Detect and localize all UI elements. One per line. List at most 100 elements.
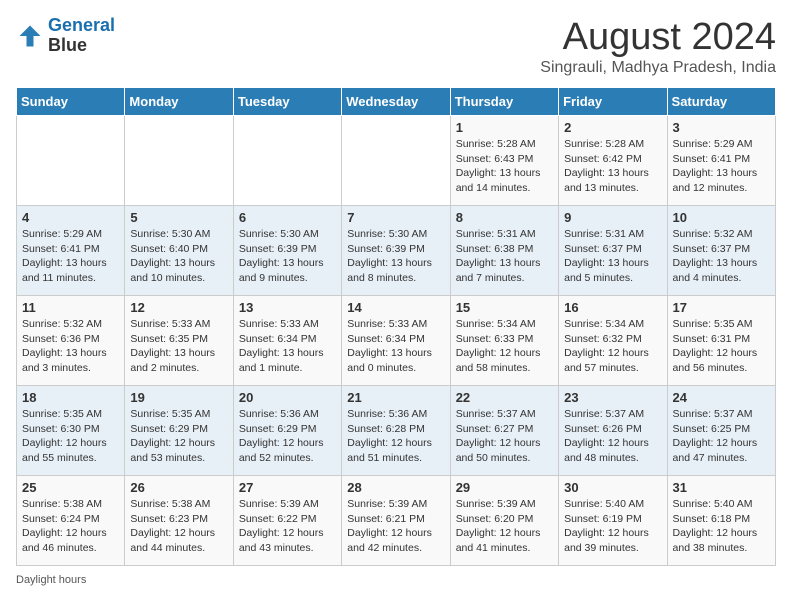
day-info: Sunrise: 5:34 AMSunset: 6:32 PMDaylight:… xyxy=(564,317,661,376)
day-number: 31 xyxy=(673,480,770,495)
calendar-cell: 30 Sunrise: 5:40 AMSunset: 6:19 PMDayligh… xyxy=(559,476,667,566)
calendar-cell: 19 Sunrise: 5:35 AMSunset: 6:29 PMDayligh… xyxy=(125,386,233,476)
calendar-cell: 24 Sunrise: 5:37 AMSunset: 6:25 PMDayligh… xyxy=(667,386,775,476)
calendar-cell: 2Sunrise: 5:28 AMSunset: 6:42 PMDaylight… xyxy=(559,116,667,206)
day-info: Sunrise: 5:40 AMSunset: 6:19 PMDaylight:… xyxy=(564,497,661,556)
calendar-cell: 17 Sunrise: 5:35 AMSunset: 6:31 PMDayligh… xyxy=(667,296,775,386)
day-info: Sunrise: 5:31 AMSunset: 6:38 PMDaylight:… xyxy=(456,227,553,286)
day-info: Sunrise: 5:39 AMSunset: 6:20 PMDaylight:… xyxy=(456,497,553,556)
subtitle: Singrauli, Madhya Pradesh, India xyxy=(540,59,776,77)
day-number: 19 xyxy=(130,390,227,405)
calendar-cell: 25 Sunrise: 5:38 AMSunset: 6:24 PMDayligh… xyxy=(17,476,125,566)
calendar-week-1: 1 Sunrise: 5:28 AMSunset: 6:43 PMDaylight… xyxy=(17,116,776,206)
day-number: 28 xyxy=(347,480,444,495)
logo-line2: Blue xyxy=(48,35,87,55)
day-info: Sunrise: 5:39 AMSunset: 6:22 PMDaylight:… xyxy=(239,497,336,556)
calendar-cell: 7 Sunrise: 5:30 AMSunset: 6:39 PMDaylight… xyxy=(342,206,450,296)
day-info: Sunrise: 5:40 AMSunset: 6:18 PMDaylight:… xyxy=(673,497,770,556)
calendar-cell: 6 Sunrise: 5:30 AMSunset: 6:39 PMDaylight… xyxy=(233,206,341,296)
day-number: 21 xyxy=(347,390,444,405)
logo: General Blue xyxy=(16,16,115,56)
calendar-week-2: 4 Sunrise: 5:29 AMSunset: 6:41 PMDaylight… xyxy=(17,206,776,296)
calendar-cell: 3Sunrise: 5:29 AMSunset: 6:41 PMDaylight… xyxy=(667,116,775,206)
day-info: Sunrise: 5:35 AMSunset: 6:29 PMDaylight:… xyxy=(130,407,227,466)
calendar-cell: 4 Sunrise: 5:29 AMSunset: 6:41 PMDaylight… xyxy=(17,206,125,296)
calendar-cell: 23Sunrise: 5:37 AMSunset: 6:26 PMDayligh… xyxy=(559,386,667,476)
calendar-header-sunday: Sunday xyxy=(17,88,125,116)
calendar-cell xyxy=(17,116,125,206)
calendar-header-saturday: Saturday xyxy=(667,88,775,116)
calendar-body: 1 Sunrise: 5:28 AMSunset: 6:43 PMDaylight… xyxy=(17,116,776,566)
day-info: Sunrise: 5:36 AMSunset: 6:29 PMDaylight:… xyxy=(239,407,336,466)
day-number: 23 xyxy=(564,390,661,405)
day-number: 12 xyxy=(130,300,227,315)
calendar-cell: 12Sunrise: 5:33 AMSunset: 6:35 PMDayligh… xyxy=(125,296,233,386)
calendar-cell: 26Sunrise: 5:38 AMSunset: 6:23 PMDayligh… xyxy=(125,476,233,566)
title-area: August 2024 Singrauli, Madhya Pradesh, I… xyxy=(540,16,776,77)
day-info: Sunrise: 5:37 AMSunset: 6:27 PMDaylight:… xyxy=(456,407,553,466)
day-number: 24 xyxy=(673,390,770,405)
day-number: 6 xyxy=(239,210,336,225)
day-number: 7 xyxy=(347,210,444,225)
day-number: 27 xyxy=(239,480,336,495)
day-number: 17 xyxy=(673,300,770,315)
day-number: 14 xyxy=(347,300,444,315)
calendar-cell: 5 Sunrise: 5:30 AMSunset: 6:40 PMDaylight… xyxy=(125,206,233,296)
day-number: 30 xyxy=(564,480,661,495)
day-info: Sunrise: 5:30 AMSunset: 6:39 PMDaylight:… xyxy=(239,227,336,286)
footer-label: Daylight hours xyxy=(16,574,86,586)
day-number: 13 xyxy=(239,300,336,315)
calendar-cell: 10Sunrise: 5:32 AMSunset: 6:37 PMDayligh… xyxy=(667,206,775,296)
day-number: 5 xyxy=(130,210,227,225)
day-number: 10 xyxy=(673,210,770,225)
day-info: Sunrise: 5:35 AMSunset: 6:30 PMDaylight:… xyxy=(22,407,119,466)
day-info: Sunrise: 5:35 AMSunset: 6:31 PMDaylight:… xyxy=(673,317,770,376)
day-info: Sunrise: 5:32 AMSunset: 6:36 PMDaylight:… xyxy=(22,317,119,376)
calendar-header-thursday: Thursday xyxy=(450,88,558,116)
day-number: 20 xyxy=(239,390,336,405)
calendar-cell: 9 Sunrise: 5:31 AMSunset: 6:37 PMDaylight… xyxy=(559,206,667,296)
day-info: Sunrise: 5:29 AMSunset: 6:41 PMDaylight:… xyxy=(673,137,770,196)
day-number: 4 xyxy=(22,210,119,225)
day-number: 15 xyxy=(456,300,553,315)
calendar-cell: 20 Sunrise: 5:36 AMSunset: 6:29 PMDayligh… xyxy=(233,386,341,476)
calendar-header-tuesday: Tuesday xyxy=(233,88,341,116)
day-info: Sunrise: 5:33 AMSunset: 6:34 PMDaylight:… xyxy=(239,317,336,376)
calendar-cell: 18 Sunrise: 5:35 AMSunset: 6:30 PMDayligh… xyxy=(17,386,125,476)
day-info: Sunrise: 5:30 AMSunset: 6:39 PMDaylight:… xyxy=(347,227,444,286)
day-number: 25 xyxy=(22,480,119,495)
day-number: 1 xyxy=(456,120,553,135)
day-number: 26 xyxy=(130,480,227,495)
day-info: Sunrise: 5:30 AMSunset: 6:40 PMDaylight:… xyxy=(130,227,227,286)
calendar-cell: 1 Sunrise: 5:28 AMSunset: 6:43 PMDaylight… xyxy=(450,116,558,206)
main-title: August 2024 xyxy=(540,16,776,59)
day-number: 9 xyxy=(564,210,661,225)
calendar-header-row: SundayMondayTuesdayWednesdayThursdayFrid… xyxy=(17,88,776,116)
day-info: Sunrise: 5:34 AMSunset: 6:33 PMDaylight:… xyxy=(456,317,553,376)
calendar-cell: 13 Sunrise: 5:33 AMSunset: 6:34 PMDayligh… xyxy=(233,296,341,386)
calendar-cell: 31 Sunrise: 5:40 AMSunset: 6:18 PMDayligh… xyxy=(667,476,775,566)
day-info: Sunrise: 5:29 AMSunset: 6:41 PMDaylight:… xyxy=(22,227,119,286)
day-info: Sunrise: 5:31 AMSunset: 6:37 PMDaylight:… xyxy=(564,227,661,286)
header: General Blue August 2024 Singrauli, Madh… xyxy=(16,16,776,77)
calendar: SundayMondayTuesdayWednesdayThursdayFrid… xyxy=(16,87,776,566)
calendar-cell: 28Sunrise: 5:39 AMSunset: 6:21 PMDayligh… xyxy=(342,476,450,566)
calendar-cell: 15 Sunrise: 5:34 AMSunset: 6:33 PMDayligh… xyxy=(450,296,558,386)
day-number: 16 xyxy=(564,300,661,315)
calendar-week-4: 18 Sunrise: 5:35 AMSunset: 6:30 PMDayligh… xyxy=(17,386,776,476)
day-info: Sunrise: 5:36 AMSunset: 6:28 PMDaylight:… xyxy=(347,407,444,466)
calendar-cell: 16 Sunrise: 5:34 AMSunset: 6:32 PMDayligh… xyxy=(559,296,667,386)
day-info: Sunrise: 5:28 AMSunset: 6:43 PMDaylight:… xyxy=(456,137,553,196)
logo-icon xyxy=(16,22,44,50)
day-number: 2 xyxy=(564,120,661,135)
day-number: 11 xyxy=(22,300,119,315)
day-number: 8 xyxy=(456,210,553,225)
calendar-cell: 21 Sunrise: 5:36 AMSunset: 6:28 PMDayligh… xyxy=(342,386,450,476)
calendar-week-3: 11 Sunrise: 5:32 AMSunset: 6:36 PMDayligh… xyxy=(17,296,776,386)
calendar-cell: 14Sunrise: 5:33 AMSunset: 6:34 PMDayligh… xyxy=(342,296,450,386)
day-number: 29 xyxy=(456,480,553,495)
day-number: 18 xyxy=(22,390,119,405)
day-info: Sunrise: 5:37 AMSunset: 6:25 PMDaylight:… xyxy=(673,407,770,466)
day-info: Sunrise: 5:38 AMSunset: 6:24 PMDaylight:… xyxy=(22,497,119,556)
calendar-cell xyxy=(342,116,450,206)
